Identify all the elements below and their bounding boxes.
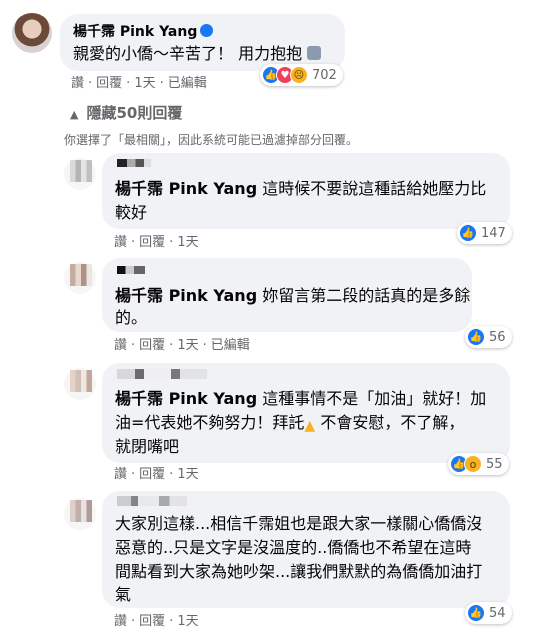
reply-reactions[interactable]: 👍 54 xyxy=(465,602,512,624)
reply-text: 這種事情不是「加油」就好！加 xyxy=(257,389,487,408)
reply-bubble: 楊千霈 Pink Yang 這時候不要說這種話給她壓力比 較好 xyxy=(102,153,510,229)
reply-reactions[interactable]: 👍 o 55 xyxy=(448,453,509,475)
reply-actions: 讚 · 回覆 · 1天 xyxy=(114,614,199,630)
reply-text: 大家別這樣...相信千霈姐也是跟大家一樣關心僑僑沒 xyxy=(115,514,483,533)
reply-actions: 讚 · 回覆 · 1天 xyxy=(114,235,199,251)
like-link[interactable]: 讚 xyxy=(114,235,127,251)
like-link[interactable]: 讚 xyxy=(114,467,127,483)
edited-label: 已編輯 xyxy=(210,338,250,353)
reaction-count: 147 xyxy=(481,225,506,241)
reaction-count: 56 xyxy=(489,329,506,345)
reply-reactions[interactable]: 👍 147 xyxy=(457,222,512,244)
hug-emoji-icon xyxy=(307,46,322,60)
timestamp[interactable]: 1天 xyxy=(177,338,198,354)
like-reaction-icon: 👍 xyxy=(459,224,477,242)
author-name[interactable]: 楊千霈 Pink Yang xyxy=(73,24,197,40)
wow-reaction-icon: o xyxy=(464,455,482,473)
timestamp[interactable]: 1天 xyxy=(134,76,155,92)
reaction-count: 55 xyxy=(486,456,503,472)
main-comment-actions: 讚 · 回覆 · 1天 · 已編輯 xyxy=(71,76,207,92)
reply-bubble: 楊千霈 Pink Yang 這種事情不是「加油」就好！加 油=代表她不夠努力！拜… xyxy=(102,363,510,463)
timestamp[interactable]: 1天 xyxy=(177,235,198,251)
censored-name xyxy=(117,159,151,167)
timestamp[interactable]: 1天 xyxy=(177,467,198,483)
main-comment-bubble: 楊千霈 Pink Yang 親愛的小僑～辛苦了！ 用力抱抱 xyxy=(60,14,345,71)
author-avatar[interactable] xyxy=(12,13,52,53)
chevron-up-icon: ▲ xyxy=(70,108,79,121)
reply-text-cont: 就閉嘴吧 xyxy=(115,437,180,456)
reply-actions: 讚 · 回覆 · 1天 xyxy=(114,467,199,483)
sad-reaction-icon: ☹ xyxy=(290,66,308,84)
censored-name xyxy=(117,266,145,274)
like-link[interactable]: 讚 xyxy=(114,614,127,630)
reply-text-cont: 不會安慰，不了解， xyxy=(320,413,465,432)
tagged-user[interactable]: 楊千霈 Pink Yang xyxy=(115,389,257,408)
reply-text: 這時候不要說這種話給她壓力比 xyxy=(257,179,487,198)
reaction-count: 702 xyxy=(312,67,337,83)
verified-badge-icon xyxy=(200,24,214,37)
pray-emoji-icon: ▲ xyxy=(304,418,316,434)
censored-name xyxy=(117,496,187,506)
reply-text-cont: 間點看到大家為她吵架...讓我們默默的為僑僑加油打 xyxy=(115,562,483,581)
like-link[interactable]: 讚 xyxy=(71,76,84,92)
main-comment-text: 親愛的小僑～辛苦了！ 用力抱抱 xyxy=(73,44,303,63)
reply-text-cont: 的。 xyxy=(115,308,148,327)
edited-label: 已編輯 xyxy=(167,76,207,91)
reply-bubble: 楊千霈 Pink Yang 妳留言第二段的話真的是多餘 的。 xyxy=(102,258,472,332)
like-reaction-icon: 👍 xyxy=(467,328,485,346)
filter-notice: 你選擇了「最相關」，因此系統可能已過濾掉部分回覆。 xyxy=(64,133,359,147)
main-comment-reactions[interactable]: 👍 ♥ ☹ 702 xyxy=(260,64,343,86)
reply-link[interactable]: 回覆 xyxy=(139,338,165,354)
tagged-user[interactable]: 楊千霈 Pink Yang xyxy=(115,286,257,305)
timestamp[interactable]: 1天 xyxy=(177,614,198,630)
hide-replies-button[interactable]: ▲ 隱藏50則回覆 xyxy=(70,102,182,123)
reply-text: 妳留言第二段的話真的是多餘 xyxy=(257,286,471,305)
pixelated-avatar-icon xyxy=(70,500,92,522)
censored-name xyxy=(117,369,207,379)
reply-link[interactable]: 回覆 xyxy=(96,76,122,92)
reply-reactions[interactable]: 👍 56 xyxy=(465,326,512,348)
reply-link[interactable]: 回覆 xyxy=(139,614,165,630)
like-reaction-icon: 👍 xyxy=(467,604,485,622)
reply-bubble: 大家別這樣...相信千霈姐也是跟大家一樣關心僑僑沒 惡意的..只是文字是沒溫度的… xyxy=(102,491,510,608)
reply-link[interactable]: 回覆 xyxy=(139,235,165,251)
reply-actions: 讚 · 回覆 · 1天 · 已編輯 xyxy=(114,338,250,354)
reply-text-cont: 油=代表她不夠努力！拜託 xyxy=(115,413,305,432)
reply-link[interactable]: 回覆 xyxy=(139,467,165,483)
reply-text-cont: 氣 xyxy=(115,585,132,604)
reaction-count: 54 xyxy=(489,605,506,621)
reply-text-cont: 較好 xyxy=(115,203,148,222)
like-link[interactable]: 讚 xyxy=(114,338,127,354)
reply-text-cont: 惡意的..只是文字是沒溫度的..僑僑也不希望在這時 xyxy=(115,538,472,557)
pixelated-avatar-icon xyxy=(70,264,92,286)
tagged-user[interactable]: 楊千霈 Pink Yang xyxy=(115,179,257,198)
pixelated-avatar-icon xyxy=(70,160,92,182)
main-comment-author[interactable]: 楊千霈 Pink Yang xyxy=(73,23,214,41)
pixelated-avatar-icon xyxy=(70,370,92,392)
